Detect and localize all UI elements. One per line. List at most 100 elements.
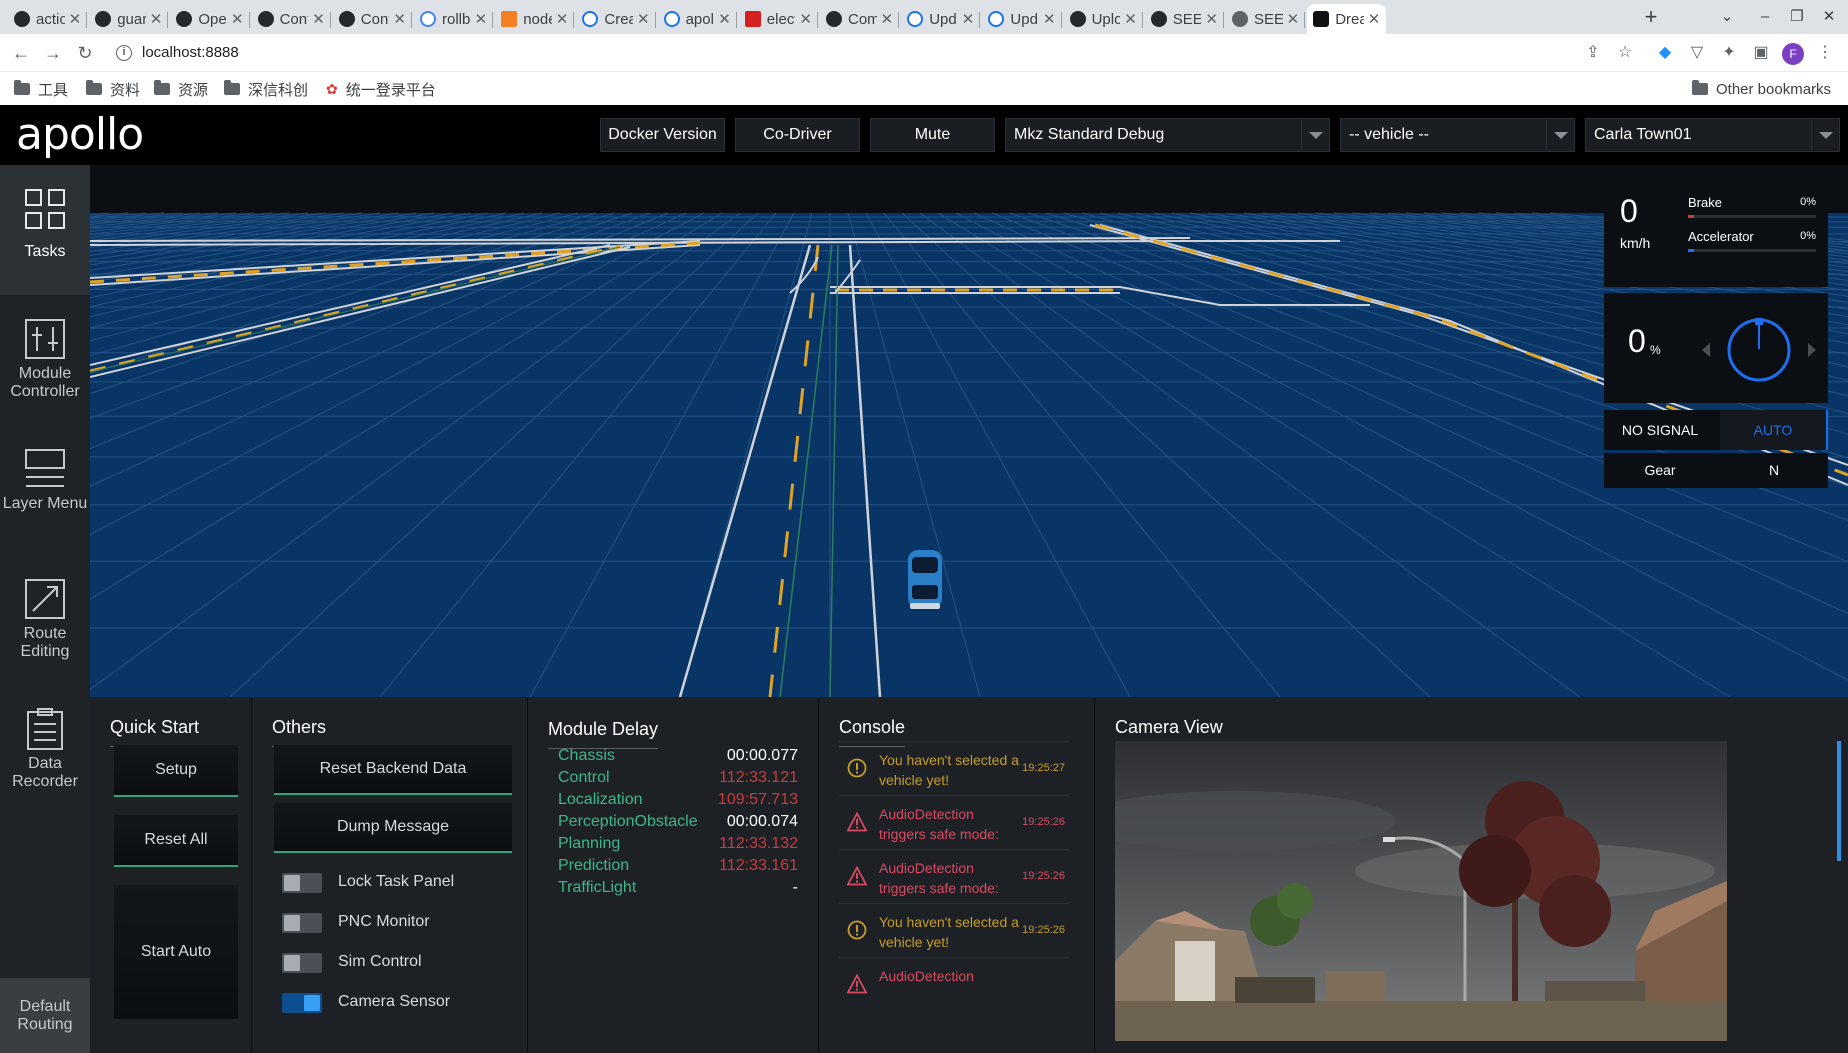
profile-avatar[interactable]: F (1782, 43, 1804, 65)
browser-tab[interactable]: rollb ✕ (414, 4, 494, 34)
close-tab-icon[interactable]: ✕ (637, 10, 650, 28)
side-panel-icon[interactable]: ▣ (1750, 42, 1772, 64)
reset-all-button[interactable]: Reset All (114, 815, 238, 867)
console-list[interactable]: You haven't selected a vehicle yet! 19:25… (819, 697, 1095, 1053)
url-text: localhost:8888 (142, 44, 239, 61)
close-tab-icon[interactable]: ✕ (1043, 10, 1056, 28)
menu-dots-icon[interactable]: ⋮ (1814, 42, 1836, 64)
close-tab-icon[interactable]: ✕ (799, 10, 812, 28)
lock-task-panel-toggle[interactable] (282, 873, 322, 893)
close-tab-icon[interactable]: ✕ (1124, 10, 1137, 28)
close-tab-icon[interactable]: ✕ (881, 10, 894, 28)
tab-separator (492, 12, 494, 28)
browser-tab[interactable]: apol ✕ (658, 4, 737, 34)
bookmark-link[interactable]: ✿ 统一登录平台 (326, 78, 436, 100)
ego-vehicle (908, 550, 942, 609)
browser-tab[interactable]: Com ✕ (820, 4, 900, 34)
close-tab-icon[interactable]: ✕ (1205, 10, 1218, 28)
close-tab-icon[interactable]: ✕ (231, 10, 244, 28)
browser-tab[interactable]: Cont ✕ (333, 4, 412, 34)
docker-version-button[interactable]: Docker Version (600, 118, 725, 152)
dreamview-icon (1313, 11, 1330, 27)
folder-icon (86, 80, 102, 95)
map-3d-view[interactable] (90, 165, 1848, 697)
close-tab-icon[interactable]: ✕ (718, 10, 731, 28)
layer-menu-icon (25, 449, 65, 487)
vehicle-select[interactable]: -- vehicle -- (1340, 118, 1575, 152)
module-delay-row: Planning 112:33.132 (558, 835, 798, 857)
bookmark-folder[interactable]: 深信科创 (224, 78, 308, 100)
reload-icon[interactable]: ↻ (72, 40, 98, 66)
close-tab-icon[interactable]: ✕ (393, 10, 406, 28)
browser-tab[interactable]: Uplo ✕ (1064, 4, 1143, 34)
tab-search-chevron-icon[interactable]: ⌄ (1712, 4, 1742, 30)
console-message-time: 19:25:26 (1022, 816, 1065, 828)
reset-backend-data-button[interactable]: Reset Backend Data (274, 745, 512, 795)
browser-tab[interactable]: guar ✕ (89, 4, 169, 34)
camera-scene-picture (1115, 741, 1727, 1041)
mute-button[interactable]: Mute (870, 118, 995, 152)
bookmark-label: 统一登录平台 (345, 81, 436, 99)
browser-tab[interactable]: Crea ✕ (576, 4, 656, 34)
module-delay-row: Prediction 112:33.161 (558, 857, 798, 879)
extension-shield-icon[interactable]: ◆ (1654, 42, 1676, 64)
mode-select-value: Mkz Standard Debug (1014, 126, 1165, 143)
browser-tab[interactable]: node✕ (495, 4, 575, 34)
sim-control-toggle[interactable] (282, 953, 322, 973)
bookmark-star-icon[interactable]: ☆ (1614, 42, 1636, 64)
close-window-button[interactable]: ✕ (1814, 4, 1844, 30)
sidebar-item-data-recorder[interactable]: Data Recorder (0, 685, 90, 815)
module-name: TrafficLight (558, 879, 637, 896)
browser-tab[interactable]: SEEI✕ (1145, 4, 1224, 34)
sidebar-item-module-controller[interactable]: Module Controller (0, 295, 90, 425)
browser-tab[interactable]: elect ✕ (739, 4, 818, 34)
bookmark-folder[interactable]: 工具 (14, 78, 68, 100)
extension-v-icon[interactable]: ▽ (1686, 42, 1708, 64)
others-panel: Others Reset Backend Data Dump Message L… (252, 697, 528, 1053)
close-tab-icon[interactable]: ✕ (1368, 10, 1381, 28)
bookmark-folder[interactable]: 资源 (154, 78, 208, 100)
camera-scrollbar[interactable] (1837, 741, 1841, 861)
close-tab-icon[interactable]: ✕ (556, 10, 569, 28)
bookmark-folder[interactable]: 资料 (86, 78, 140, 100)
close-tab-icon[interactable]: ✕ (312, 10, 325, 28)
browser-tab[interactable]: Upd ✕ (901, 4, 981, 34)
github-icon (338, 11, 355, 27)
close-tab-icon[interactable]: ✕ (1287, 10, 1300, 28)
setup-button[interactable]: Setup (114, 745, 238, 797)
tab-separator (167, 12, 169, 28)
github-icon (176, 11, 193, 27)
map-select[interactable]: Carla Town01 (1585, 118, 1840, 152)
dump-message-button[interactable]: Dump Message (274, 803, 512, 853)
mode-select[interactable]: Mkz Standard Debug (1005, 118, 1330, 152)
new-tab-button[interactable]: + (1638, 4, 1664, 30)
site-info-icon[interactable]: i (116, 45, 132, 61)
address-bar[interactable]: i localhost:8888 (106, 38, 1642, 68)
sidebar-item-layer-menu[interactable]: Layer Menu (0, 425, 90, 555)
close-tab-icon[interactable]: ✕ (475, 10, 488, 28)
close-tab-icon[interactable]: ✕ (962, 10, 975, 28)
default-routing-button[interactable]: Default Routing (0, 978, 90, 1053)
browser-tab[interactable]: SEEI✕ (1226, 4, 1306, 34)
forward-icon[interactable]: → (40, 40, 66, 66)
start-auto-button[interactable]: Start Auto (114, 885, 238, 1019)
browser-tab[interactable]: Cont ✕ (252, 4, 331, 34)
back-icon[interactable]: ← (8, 40, 34, 66)
camera-sensor-toggle[interactable] (282, 993, 322, 1013)
pnc-monitor-toggle[interactable] (282, 913, 322, 933)
other-bookmarks[interactable]: Other bookmarks (1692, 78, 1831, 100)
co-driver-button[interactable]: Co-Driver (735, 118, 860, 152)
browser-tab[interactable]: Upd ✕ (982, 4, 1062, 34)
close-tab-icon[interactable]: ✕ (69, 10, 82, 28)
camera-image (1115, 741, 1727, 1041)
browser-tab[interactable]: Drea ✕ (1307, 4, 1387, 34)
extensions-puzzle-icon[interactable]: ✦ (1718, 42, 1740, 64)
share-icon[interactable]: ⇪ (1582, 42, 1604, 64)
sidebar-item-route-editing[interactable]: Route Editing (0, 555, 90, 685)
sidebar-item-tasks[interactable]: Tasks (0, 165, 90, 295)
close-tab-icon[interactable]: ✕ (150, 10, 163, 28)
restore-button[interactable]: ❐ (1782, 4, 1812, 30)
browser-tab[interactable]: actio ✕ (8, 4, 88, 34)
minimize-button[interactable]: – (1750, 4, 1780, 30)
browser-tab[interactable]: Oper✕ (170, 4, 250, 34)
